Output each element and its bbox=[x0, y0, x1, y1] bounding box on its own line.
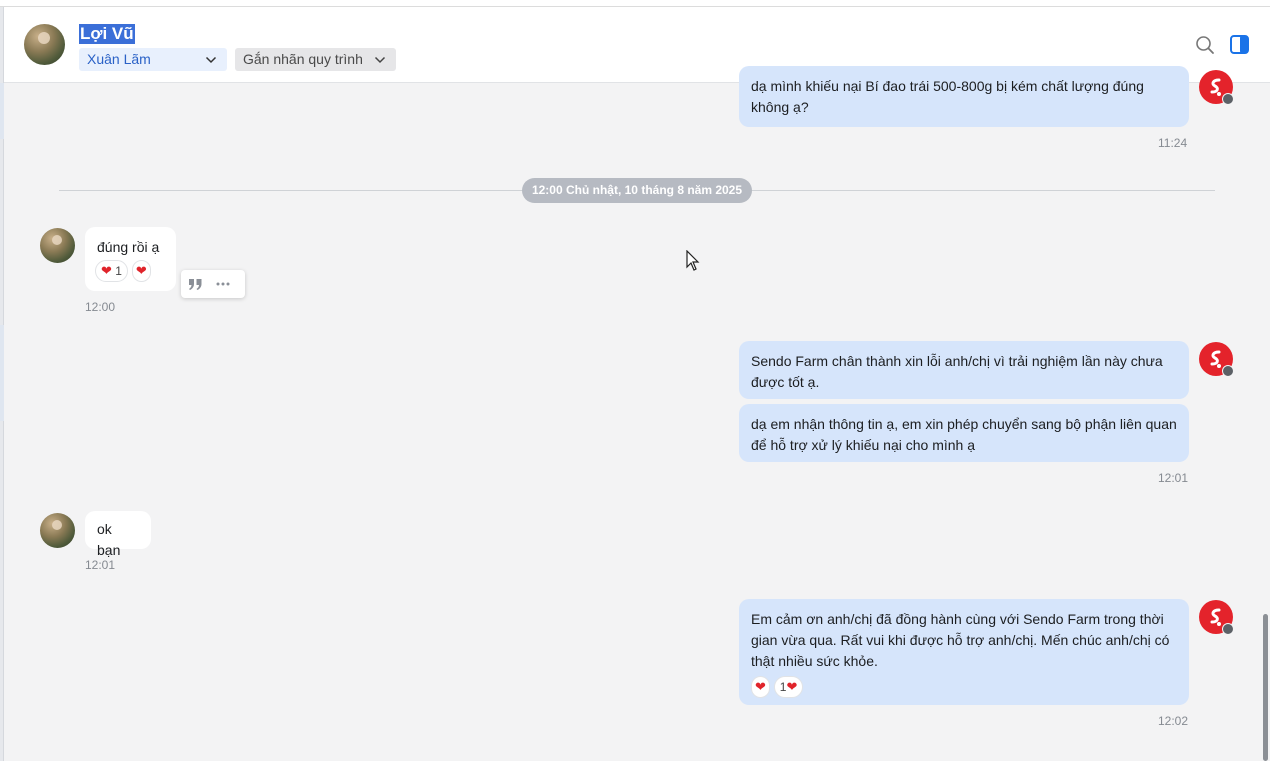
agent-avatar bbox=[1199, 600, 1234, 635]
message-text: dạ mình khiếu nại Bí đao trái 500-800g b… bbox=[751, 78, 1144, 115]
contact-name[interactable]: Lợi Vũ bbox=[79, 24, 135, 44]
contact-avatar[interactable] bbox=[40, 513, 75, 548]
heart-icon: ❤ bbox=[755, 679, 766, 695]
process-label-placeholder: Gắn nhãn quy trình bbox=[243, 51, 363, 67]
add-reaction-button[interactable]: ❤ bbox=[751, 676, 770, 699]
incoming-message[interactable]: đúng rồi ạ ❤ 1 ❤ bbox=[85, 227, 176, 291]
chevron-down-icon bbox=[205, 56, 217, 64]
message-text: ok bạn bbox=[97, 521, 121, 558]
outgoing-message[interactable]: dạ mình khiếu nại Bí đao trái 500-800g b… bbox=[739, 66, 1189, 127]
message-text: đúng rồi ạ bbox=[97, 239, 160, 255]
message-text: Sendo Farm chân thành xin lỗi anh/chị vì… bbox=[751, 353, 1163, 390]
date-divider: 12:00 Chủ nhật, 10 tháng 8 năm 2025 bbox=[522, 178, 752, 203]
contact-avatar[interactable] bbox=[40, 228, 75, 263]
more-options-icon[interactable] bbox=[216, 282, 230, 286]
outgoing-message[interactable]: dạ em nhận thông tin ạ, em xin phép chuy… bbox=[739, 404, 1189, 462]
reaction-count: 1 bbox=[115, 264, 122, 279]
quote-icon[interactable] bbox=[188, 277, 203, 291]
message-time: 12:01 bbox=[85, 558, 116, 572]
message-time: 11:24 bbox=[1158, 136, 1188, 150]
agent-avatar bbox=[1199, 342, 1234, 377]
channel-badge-icon bbox=[1222, 93, 1234, 105]
outgoing-message[interactable]: Em cảm ơn anh/chị đã đồng hành cùng với … bbox=[739, 599, 1189, 705]
window-top-strip bbox=[0, 0, 1270, 7]
agent-avatar bbox=[1199, 70, 1234, 105]
left-sidebar-edge bbox=[0, 7, 4, 761]
incoming-message[interactable]: ok bạn bbox=[85, 511, 151, 558]
heart-icon: ❤ bbox=[101, 263, 112, 279]
assignee-select[interactable]: Xuân Lãm bbox=[79, 48, 227, 71]
process-label-select[interactable]: Gắn nhãn quy trình bbox=[235, 48, 396, 71]
add-reaction-button[interactable]: ❤ bbox=[131, 260, 151, 283]
channel-badge-icon bbox=[1222, 365, 1234, 377]
side-panel-icon[interactable] bbox=[1230, 35, 1249, 54]
reaction-chip[interactable]: 1❤ bbox=[773, 676, 804, 699]
reaction-chip[interactable]: ❤ 1 bbox=[95, 260, 128, 283]
heart-icon: ❤ bbox=[786, 679, 798, 695]
mouse-cursor-icon bbox=[686, 250, 700, 271]
sidebar-edge-highlight bbox=[0, 83, 4, 139]
message-time: 12:01 bbox=[1158, 471, 1189, 485]
contact-avatar[interactable] bbox=[24, 24, 65, 65]
sidebar-edge-highlight bbox=[0, 325, 4, 421]
message-action-toolbar bbox=[181, 270, 245, 298]
scrollbar-thumb[interactable] bbox=[1263, 614, 1268, 761]
message-time: 12:02 bbox=[1158, 714, 1189, 728]
channel-badge-icon bbox=[1222, 623, 1234, 635]
outgoing-message[interactable]: Sendo Farm chân thành xin lỗi anh/chị vì… bbox=[739, 341, 1189, 399]
message-text: dạ em nhận thông tin ạ, em xin phép chuy… bbox=[751, 416, 1177, 453]
search-icon[interactable] bbox=[1195, 35, 1215, 55]
message-time: 12:00 bbox=[85, 300, 116, 314]
chevron-down-icon bbox=[374, 56, 386, 64]
message-text: Em cảm ơn anh/chị đã đồng hành cùng với … bbox=[751, 611, 1170, 669]
heart-icon: ❤ bbox=[135, 263, 147, 279]
assignee-value: Xuân Lãm bbox=[87, 51, 151, 67]
